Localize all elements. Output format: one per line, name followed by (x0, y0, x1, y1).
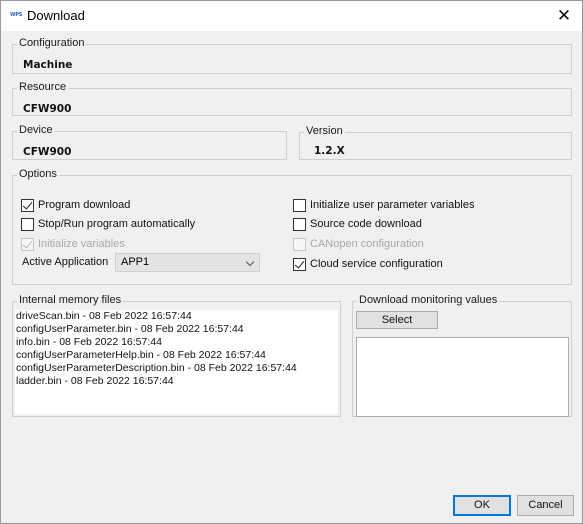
version-group: Version 1.2.X (299, 125, 572, 160)
stop-run-option[interactable]: Stop/Run program automatically (21, 216, 195, 232)
memory-files-group: Internal memory files driveScan.bin - 08… (12, 294, 341, 417)
source-code-download-label: Source code download (310, 218, 422, 230)
memory-files-legend: Internal memory files (17, 294, 124, 307)
active-application-value: APP1 (121, 256, 150, 268)
chevron-down-icon (245, 257, 255, 267)
configuration-legend: Configuration (17, 37, 87, 50)
init-user-params-checkbox[interactable] (293, 198, 306, 212)
resource-legend: Resource (17, 81, 69, 94)
options-group: Options Program download Stop/Run progra… (12, 168, 572, 285)
active-application-select[interactable]: APP1 (115, 253, 260, 272)
initialize-variables-option: Initialize variables (21, 236, 125, 252)
monitoring-legend: Download monitoring values (357, 294, 500, 307)
download-dialog: WPS Download ✕ Configuration Machine Res… (0, 0, 583, 524)
options-legend: Options (17, 168, 59, 181)
configuration-value: Machine (23, 59, 73, 71)
source-code-download-checkbox[interactable] (293, 217, 306, 231)
init-user-params-label: Initialize user parameter variables (310, 199, 475, 211)
resource-value: CFW900 (23, 103, 72, 115)
device-legend: Device (17, 124, 55, 137)
init-user-params-option[interactable]: Initialize user parameter variables (293, 197, 474, 213)
list-item[interactable]: configUserParameterDescription.bin - 08 … (15, 362, 338, 375)
stop-run-checkbox[interactable] (21, 217, 34, 231)
select-button[interactable]: Select (356, 311, 438, 329)
list-item[interactable]: info.bin - 08 Feb 2022 16:57:44 (15, 336, 338, 349)
cloud-service-configuration-option[interactable]: Cloud service configuration (293, 256, 443, 272)
cloud-service-configuration-label: Cloud service configuration (310, 258, 443, 270)
monitoring-group: Download monitoring values Select (352, 294, 572, 417)
program-download-checkbox[interactable] (21, 198, 34, 212)
stop-run-label: Stop/Run program automatically (38, 218, 196, 230)
title-bar: WPS Download ✕ (1, 1, 582, 31)
initialize-variables-checkbox (21, 237, 34, 251)
close-button[interactable]: ✕ (546, 1, 582, 31)
program-download-label: Program download (38, 199, 131, 211)
program-download-option[interactable]: Program download (21, 197, 130, 213)
monitoring-values-textarea[interactable] (356, 337, 569, 417)
configuration-group: Configuration Machine (12, 37, 572, 74)
ok-button[interactable]: OK (453, 495, 511, 516)
app-logo-icon: WPS (10, 12, 23, 18)
cancel-button[interactable]: Cancel (517, 495, 574, 516)
canopen-configuration-label: CANopen configuration (310, 238, 424, 250)
cloud-service-configuration-checkbox[interactable] (293, 257, 306, 271)
device-group: Device CFW900 (12, 124, 287, 160)
initialize-variables-label: Initialize variables (38, 238, 125, 250)
device-value: CFW900 (23, 146, 72, 158)
source-code-download-option[interactable]: Source code download (293, 216, 422, 232)
resource-group: Resource CFW900 (12, 81, 572, 116)
memory-files-list[interactable]: driveScan.bin - 08 Feb 2022 16:57:44 con… (15, 310, 338, 414)
canopen-configuration-checkbox (293, 237, 306, 251)
version-value: 1.2.X (314, 145, 345, 157)
version-legend: Version (304, 125, 345, 138)
canopen-configuration-option: CANopen configuration (293, 236, 424, 252)
window-title: Download (27, 8, 85, 23)
active-application-label: Active Application (22, 256, 109, 268)
list-item[interactable]: ladder.bin - 08 Feb 2022 16:57:44 (15, 375, 338, 388)
list-item[interactable]: configUserParameterHelp.bin - 08 Feb 202… (15, 349, 338, 362)
list-item[interactable]: configUserParameter.bin - 08 Feb 2022 16… (15, 323, 338, 336)
list-item[interactable]: driveScan.bin - 08 Feb 2022 16:57:44 (15, 310, 338, 323)
